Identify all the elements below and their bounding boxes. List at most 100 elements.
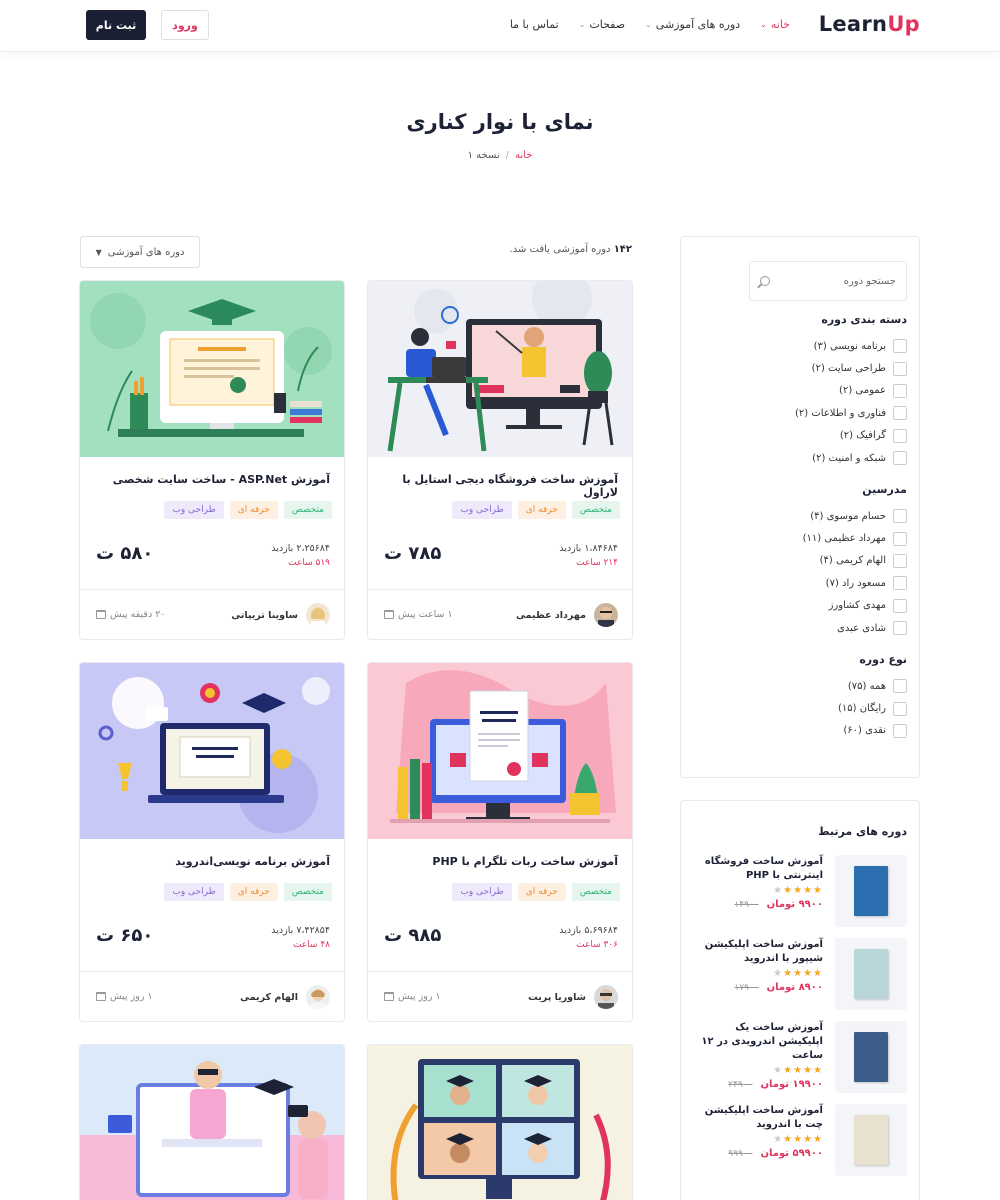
checkbox[interactable] bbox=[893, 679, 907, 694]
course-type-select[interactable]: دوره های آموزشی ▼ bbox=[80, 236, 200, 268]
related-course-name[interactable]: آموزش ساخت فروشگاه اینترنتی با PHP bbox=[691, 855, 823, 883]
teacher-option[interactable]: مسعود راد (۷) bbox=[803, 572, 907, 594]
option-label: مسعود راد (۷) bbox=[825, 577, 886, 589]
checkbox[interactable] bbox=[893, 531, 907, 546]
course-card[interactable]: آموزش ساخت ربات تلگرام با PHP متخصص حرفه… bbox=[367, 662, 633, 1022]
related-course-name[interactable]: آموزش ساخت یک اپلیکیشن اندرویدی در ۱۲ سا… bbox=[691, 1021, 823, 1063]
related-course-item[interactable]: آموزش ساخت اپلیکیشن شیپور با اندروید ★★★… bbox=[691, 938, 907, 1012]
course-card[interactable]: آموزش ساخت فروشگاه دیجی استایل با لاراول… bbox=[367, 280, 633, 640]
nav-item-contact[interactable]: تماس با ما bbox=[510, 18, 559, 31]
old-price: ۹۹۹۰۰ bbox=[728, 1149, 753, 1159]
breadcrumb-home-link[interactable]: خانه bbox=[515, 150, 532, 161]
option-label: شادی عبدی bbox=[837, 622, 886, 634]
course-stats: ۷،۴۲۸۵۴ بازدید ۴۸ ساعت bbox=[271, 925, 330, 950]
teacher-option[interactable]: مهدی کشاورز bbox=[803, 595, 907, 617]
course-author[interactable]: ساوینا تریپاتی bbox=[231, 603, 330, 627]
category-option[interactable]: فناوری و اطلاعات (۲) bbox=[795, 402, 907, 424]
tag-web-design[interactable]: طراحی وب bbox=[452, 883, 512, 901]
related-course-name[interactable]: آموزش ساخت اپلیکیشن چت با اندروید bbox=[691, 1104, 823, 1132]
teacher-option[interactable]: الهام کریمی (۴) bbox=[803, 550, 907, 572]
course-author[interactable]: مهرداد عظیمی bbox=[516, 603, 618, 627]
category-option[interactable]: عمومی (۲) bbox=[795, 380, 907, 402]
checkbox[interactable] bbox=[893, 621, 907, 636]
checkbox[interactable] bbox=[893, 339, 907, 354]
tag-professional[interactable]: حرفه ای bbox=[229, 501, 278, 519]
course-card[interactable]: آموزش برنامه نویسی‌اندروید متخصص حرفه ای… bbox=[79, 662, 345, 1022]
course-search-input[interactable] bbox=[786, 275, 896, 287]
tag-web-design[interactable]: طراحی وب bbox=[164, 883, 224, 901]
related-course-name[interactable]: آموزش ساخت اپلیکیشن شیپور با اندروید bbox=[691, 938, 823, 966]
nav-item-courses[interactable]: دوره های آموزشی ⌄ bbox=[645, 18, 740, 31]
checkbox[interactable] bbox=[893, 598, 907, 613]
type-option[interactable]: همه (۷۵) bbox=[838, 675, 907, 697]
breadcrumb-current: نسخه ۱ bbox=[467, 150, 500, 161]
category-option[interactable]: گرافیک (۲) bbox=[795, 425, 907, 447]
related-course-item[interactable]: آموزش ساخت یک اپلیکیشن اندرویدی در ۱۲ سا… bbox=[691, 1021, 907, 1095]
chevron-down-icon: ⌄ bbox=[760, 20, 767, 29]
teacher-option[interactable]: شادی عبدی bbox=[803, 617, 907, 639]
author-name: شاوریا پریت bbox=[528, 991, 586, 1003]
tag-expert[interactable]: متخصص bbox=[283, 501, 332, 519]
select-value: دوره های آموزشی bbox=[107, 246, 185, 258]
course-thumbnail[interactable] bbox=[368, 663, 632, 839]
login-button[interactable]: ورود bbox=[161, 10, 209, 40]
avatar-image bbox=[598, 989, 614, 1009]
card-divider bbox=[80, 971, 344, 972]
checkbox[interactable] bbox=[893, 383, 907, 398]
type-option[interactable]: نقدی (۶۰) bbox=[838, 720, 907, 742]
course-title[interactable]: آموزش ASP.Net - ساخت سایت شخصی bbox=[94, 473, 330, 486]
category-option[interactable]: طراحی سایت (۲) bbox=[795, 357, 907, 379]
course-title[interactable]: آموزش برنامه نویسی‌اندروید bbox=[94, 855, 330, 868]
checkbox[interactable] bbox=[893, 361, 907, 376]
tag-expert[interactable]: متخصص bbox=[571, 883, 620, 901]
course-title[interactable]: آموزش ساخت ربات تلگرام با PHP bbox=[382, 855, 618, 868]
nav-item-home[interactable]: خانه ⌄ bbox=[760, 18, 790, 31]
course-author[interactable]: الهام کریمی bbox=[240, 985, 330, 1009]
course-card[interactable] bbox=[367, 1044, 633, 1200]
course-thumbnail[interactable] bbox=[368, 281, 632, 457]
checkbox[interactable] bbox=[893, 701, 907, 716]
register-button[interactable]: ثبت نام bbox=[86, 10, 146, 40]
related-course-item[interactable]: آموزش ساخت فروشگاه اینترنتی با PHP ★★★★★… bbox=[691, 855, 907, 929]
site-logo[interactable]: LearnUp bbox=[819, 12, 920, 36]
checkbox[interactable] bbox=[893, 406, 907, 421]
checkbox[interactable] bbox=[893, 553, 907, 568]
related-course-item[interactable]: آموزش ساخت اپلیکیشن چت با اندروید ★★★★★ … bbox=[691, 1104, 907, 1178]
category-option[interactable]: برنامه نویسی (۳) bbox=[795, 335, 907, 357]
tag-expert[interactable]: متخصص bbox=[283, 883, 332, 901]
course-thumbnail[interactable] bbox=[368, 1045, 632, 1200]
related-thumbnail[interactable] bbox=[835, 1021, 907, 1093]
course-thumbnail[interactable] bbox=[80, 281, 344, 457]
related-thumbnail[interactable] bbox=[835, 938, 907, 1010]
checkbox[interactable] bbox=[893, 509, 907, 524]
option-label: مهرداد عظیمی (۱۱) bbox=[802, 533, 886, 545]
teacher-option[interactable]: حسام موسوی (۴) bbox=[803, 505, 907, 527]
tag-web-design[interactable]: طراحی وب bbox=[164, 501, 224, 519]
rating-stars: ★★★★★ bbox=[773, 1134, 823, 1145]
checkbox[interactable] bbox=[893, 576, 907, 591]
related-thumbnail[interactable] bbox=[835, 1104, 907, 1176]
type-option[interactable]: رایگان (۱۵) bbox=[838, 697, 907, 719]
old-price: ۱۷۹۰۰ bbox=[734, 983, 759, 993]
calendar-icon bbox=[384, 992, 394, 1001]
category-option[interactable]: شبکه و امنیت (۲) bbox=[795, 447, 907, 469]
course-author[interactable]: شاوریا پریت bbox=[528, 985, 618, 1009]
tag-web-design[interactable]: طراحی وب bbox=[452, 501, 512, 519]
nav-item-pages[interactable]: صفحات ⌄ bbox=[579, 18, 625, 31]
course-thumbnail[interactable] bbox=[80, 1045, 344, 1200]
tag-professional[interactable]: حرفه ای bbox=[517, 883, 566, 901]
course-title[interactable]: آموزش ساخت فروشگاه دیجی استایل با لاراول bbox=[382, 473, 618, 499]
search-icon[interactable] bbox=[760, 276, 770, 286]
checkbox[interactable] bbox=[893, 723, 907, 738]
tag-professional[interactable]: حرفه ای bbox=[517, 501, 566, 519]
checkbox[interactable] bbox=[893, 451, 907, 466]
tag-expert[interactable]: متخصص bbox=[571, 501, 620, 519]
checkbox[interactable] bbox=[893, 428, 907, 443]
course-card[interactable]: آموزش ASP.Net - ساخت سایت شخصی متخصص حرف… bbox=[79, 280, 345, 640]
tag-professional[interactable]: حرفه ای bbox=[229, 883, 278, 901]
course-thumbnail[interactable] bbox=[80, 663, 344, 839]
course-card[interactable] bbox=[79, 1044, 345, 1200]
teacher-option[interactable]: مهرداد عظیمی (۱۱) bbox=[803, 527, 907, 549]
related-courses: دوره های مرتبط آموزش ساخت فروشگاه اینترن… bbox=[680, 800, 920, 1200]
related-thumbnail[interactable] bbox=[835, 855, 907, 927]
